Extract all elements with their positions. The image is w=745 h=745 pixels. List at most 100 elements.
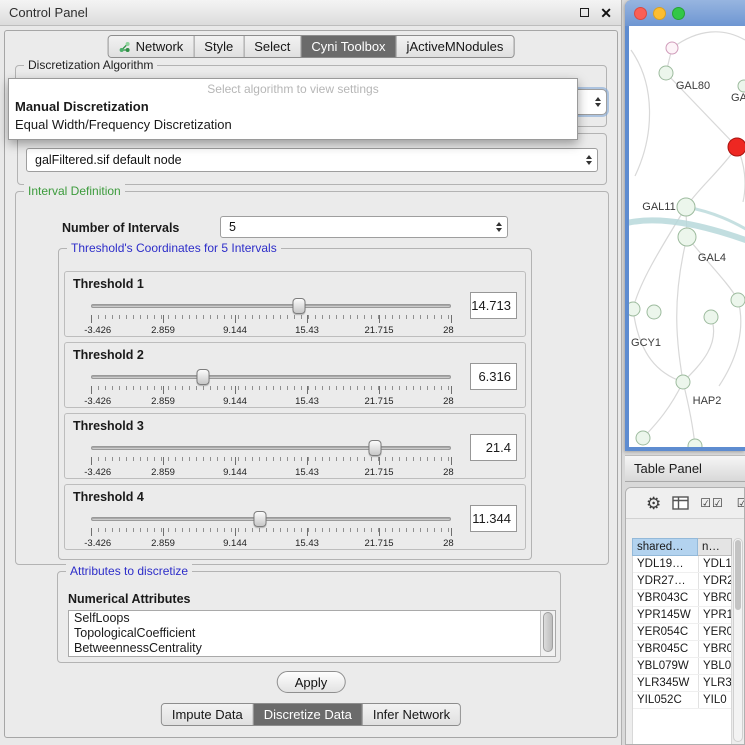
- table-cell-name: YDL1: [699, 558, 731, 570]
- dropdown-item-equal-width-frequency[interactable]: Equal Width/Frequency Discretization: [9, 116, 577, 134]
- apply-button[interactable]: Apply: [277, 671, 346, 693]
- table-row[interactable]: YER054CYER0: [633, 624, 731, 641]
- threshold-value-field[interactable]: 6.316: [470, 363, 517, 390]
- scrollbar-thumb[interactable]: [735, 540, 741, 610]
- table-row[interactable]: YLR345WYLR3: [633, 675, 731, 692]
- column-header-name[interactable]: n…: [698, 538, 732, 556]
- slider-thumb[interactable]: [254, 511, 267, 527]
- table-data-combobox[interactable]: galFiltered.sif default node: [26, 148, 598, 172]
- network-node[interactable]: [678, 228, 696, 246]
- slider-thumb[interactable]: [196, 369, 209, 385]
- network-node[interactable]: [636, 431, 650, 445]
- tab-infer-network[interactable]: Infer Network: [362, 704, 460, 725]
- select-all-checkboxes-icon[interactable]: ☑☑: [700, 496, 724, 510]
- mac-zoom-button[interactable]: [672, 7, 685, 20]
- network-node[interactable]: [677, 198, 695, 216]
- threshold-value-field[interactable]: 14.713: [470, 292, 517, 319]
- slider-track[interactable]: [91, 446, 451, 450]
- table-row[interactable]: YBR043CYBR0: [633, 590, 731, 607]
- attributes-scrollbar[interactable]: [540, 611, 555, 656]
- column-header-shared[interactable]: shared…: [632, 538, 698, 556]
- scale-label: 2.859: [151, 396, 175, 407]
- dropdown-item-manual-discretization[interactable]: Manual Discretization: [9, 98, 577, 116]
- threshold-value-field[interactable]: 11.344: [470, 505, 517, 532]
- table-row[interactable]: YDR27…YDR2: [633, 573, 731, 590]
- network-node[interactable]: [688, 439, 702, 447]
- slider-track[interactable]: [91, 375, 451, 379]
- table-row[interactable]: YIL052CYIL0: [633, 692, 731, 709]
- table-row[interactable]: YBL079WYBL0: [633, 658, 731, 675]
- threshold-rows: Threshold 1-3.4262.8599.14415.4321.71528…: [64, 271, 526, 555]
- slider-scale: -3.4262.8599.14415.4321.71528: [91, 325, 451, 336]
- slider-track[interactable]: [91, 517, 451, 521]
- tab-label: jActiveMNodules: [407, 39, 504, 54]
- table-panel-window: ⚙ ☑☑ ☑ shared… n… YDL19…YDL1YDR27…YDR2YB…: [625, 487, 745, 745]
- network-canvas[interactable]: GAL80GAGAL11GAL4GCY1HAP2: [629, 26, 745, 447]
- numerical-attributes-list: SelfLoopsTopologicalCoefficientBetweenne…: [68, 610, 556, 657]
- dropdown-placeholder: Select algorithm to view settings: [9, 79, 577, 98]
- mac-minimize-button[interactable]: [653, 7, 666, 20]
- table-panel-title: Table Panel: [634, 461, 702, 476]
- tab-label: Discretize Data: [264, 707, 352, 722]
- gear-icon[interactable]: ⚙: [646, 495, 661, 512]
- network-node[interactable]: [738, 80, 745, 92]
- tab-label: Select: [254, 39, 290, 54]
- tab-select[interactable]: Select: [243, 36, 300, 57]
- table-columns-icon[interactable]: [672, 496, 689, 510]
- tab-cyni-toolbox[interactable]: Cyni Toolbox: [300, 36, 395, 57]
- combo-stepper-icon[interactable]: [589, 97, 601, 107]
- table-row[interactable]: YDL19…YDL1: [633, 556, 731, 573]
- top-tab-bar: Network Style Select Cyni Toolbox jActiveMNo…: [108, 35, 515, 58]
- network-window-titlebar: [625, 0, 745, 26]
- tab-style[interactable]: Style: [193, 36, 243, 57]
- tab-label: Cyni Toolbox: [311, 39, 385, 54]
- list-item[interactable]: BetweennessCentrality: [69, 641, 555, 656]
- network-node[interactable]: [704, 310, 718, 324]
- table-scrollbar[interactable]: [733, 538, 743, 742]
- network-node[interactable]: [666, 42, 678, 54]
- tab-network[interactable]: Network: [109, 36, 194, 57]
- slider-thumb[interactable]: [369, 440, 382, 456]
- selected-node[interactable]: [728, 138, 745, 156]
- close-icon[interactable]: ✕: [600, 6, 612, 20]
- table-cell-name: YER0: [699, 626, 731, 638]
- tab-jactivemnodules[interactable]: jActiveMNodules: [396, 36, 514, 57]
- float-window-icon[interactable]: [580, 8, 589, 17]
- table-panel-header[interactable]: Table Panel: [625, 455, 745, 482]
- combo-stepper-icon[interactable]: [580, 155, 592, 165]
- checkbox-icon[interactable]: ☑: [737, 496, 745, 510]
- scrollbar-thumb[interactable]: [543, 612, 553, 652]
- threshold-row: Threshold 4-3.4262.8599.14415.4321.71528…: [64, 484, 526, 550]
- scale-label: 9.144: [223, 396, 247, 407]
- slider-thumb[interactable]: [292, 298, 305, 314]
- threshold-value-field[interactable]: 21.4: [470, 434, 517, 461]
- network-node[interactable]: [659, 66, 673, 80]
- tab-label: Infer Network: [373, 707, 450, 722]
- table-row[interactable]: YBR045CYBR0: [633, 641, 731, 658]
- slider-track[interactable]: [91, 304, 451, 308]
- scale-label: 2.859: [151, 538, 175, 549]
- list-item[interactable]: SelfLoops: [69, 611, 555, 626]
- scale-label: 15.43: [295, 467, 319, 478]
- numerical-attributes-label: Numerical Attributes: [68, 592, 190, 606]
- mac-close-button[interactable]: [634, 7, 647, 20]
- interval-definition-group: Interval Definition Number of Intervals …: [15, 191, 609, 565]
- network-node[interactable]: [629, 302, 640, 316]
- network-node[interactable]: [676, 375, 690, 389]
- tab-discretize-data[interactable]: Discretize Data: [253, 704, 362, 725]
- scale-label: 15.43: [295, 325, 319, 336]
- network-node[interactable]: [731, 293, 745, 307]
- table-data-combobox-value: galFiltered.sif default node: [35, 153, 182, 167]
- tab-label: Impute Data: [172, 707, 243, 722]
- scale-label: 28: [443, 396, 454, 407]
- number-of-intervals-combobox[interactable]: 5: [220, 216, 508, 238]
- tab-impute-data[interactable]: Impute Data: [162, 704, 253, 725]
- table-cell-name: YBR0: [699, 643, 731, 655]
- table-row[interactable]: YPR145WYPR1: [633, 607, 731, 624]
- list-item[interactable]: TopologicalCoefficient: [69, 626, 555, 641]
- tab-label: Style: [204, 39, 233, 54]
- combo-stepper-icon[interactable]: [490, 222, 502, 232]
- network-node[interactable]: [647, 305, 661, 319]
- threshold-label: Threshold 4: [73, 490, 144, 504]
- table-cell-name: YLR3: [699, 677, 731, 689]
